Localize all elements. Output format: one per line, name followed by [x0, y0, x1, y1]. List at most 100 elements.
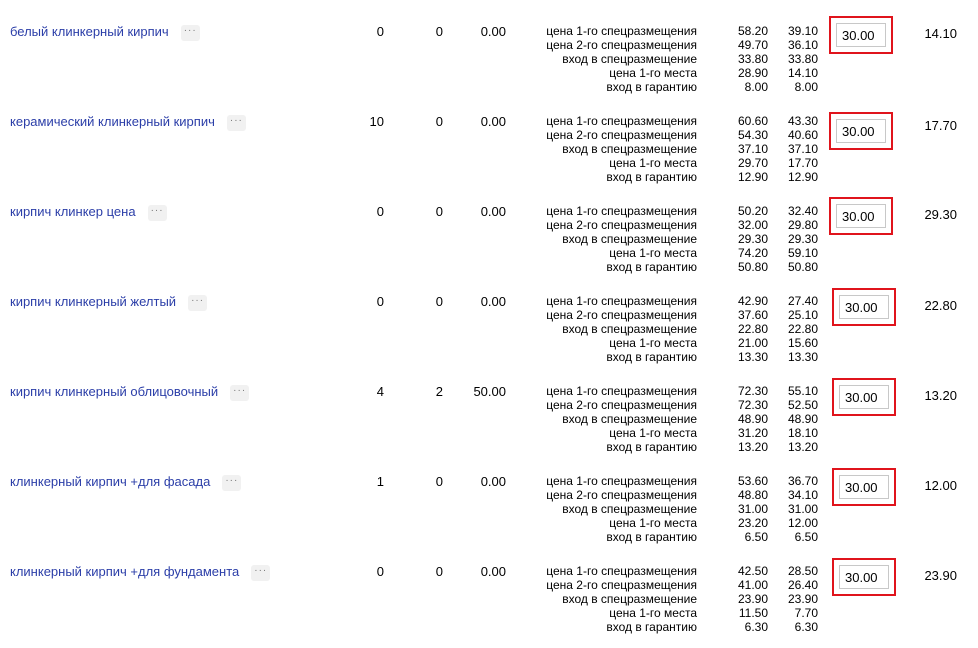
position-label: цена 1-го места	[609, 156, 697, 170]
price-value: 13.20	[737, 440, 768, 454]
more-actions-button[interactable]: ···	[147, 204, 167, 221]
keyword-link[interactable]: клинкерный кирпич +для фасада ···	[10, 474, 242, 491]
price-value: 37.60	[737, 308, 768, 322]
position-label: цена 1-го спецразмещения	[546, 114, 697, 128]
position-prices-a: 42.50 41.00 23.90 11.50 6.30	[718, 564, 768, 634]
bid-highlight	[829, 112, 893, 150]
right-value: 14.10	[924, 26, 957, 41]
price-value: 6.50	[744, 530, 768, 544]
position-label: цена 1-го места	[609, 336, 697, 350]
price-value: 25.10	[787, 308, 818, 322]
keyword-link[interactable]: керамический клинкерный кирпич ···	[10, 114, 246, 131]
bid-input[interactable]	[839, 475, 889, 499]
price-value: 52.50	[787, 398, 818, 412]
price-value: 6.50	[794, 530, 818, 544]
stat-col3: 50.00	[473, 384, 506, 399]
table-row: белый клинкерный кирпич ··· 0 0 0.00 цена…	[0, 16, 978, 108]
more-actions-button[interactable]: ···	[230, 384, 250, 401]
position-label: цена 2-го спецразмещения	[546, 308, 697, 322]
position-labels: цена 1-го спецразмещения цена 2-го спецр…	[520, 24, 697, 94]
more-actions-button[interactable]: ···	[222, 474, 242, 491]
position-prices-a: 42.90 37.60 22.80 21.00 13.30	[718, 294, 768, 364]
price-value: 26.40	[787, 578, 818, 592]
stat-col1: 0	[376, 24, 384, 39]
position-prices-b: 36.70 34.10 31.00 12.00 6.50	[768, 474, 818, 544]
price-value: 32.40	[787, 204, 818, 218]
keyword-text: кирпич клинкерный желтый	[10, 294, 177, 309]
position-prices-a: 58.20 49.70 33.80 28.90 8.00	[718, 24, 768, 94]
price-value: 49.70	[737, 38, 768, 52]
price-value: 37.10	[787, 142, 818, 156]
bid-input[interactable]	[839, 565, 889, 589]
position-labels: цена 1-го спецразмещения цена 2-го спецр…	[520, 474, 697, 544]
right-value: 17.70	[924, 118, 957, 133]
price-value: 6.30	[744, 620, 768, 634]
price-value: 58.20	[737, 24, 768, 38]
price-value: 72.30	[737, 398, 768, 412]
position-prices-a: 60.60 54.30 37.10 29.70 12.90	[718, 114, 768, 184]
price-value: 72.30	[737, 384, 768, 398]
bid-input[interactable]	[836, 23, 886, 47]
price-value: 32.00	[737, 218, 768, 232]
bid-highlight	[832, 288, 896, 326]
position-label: цена 2-го спецразмещения	[546, 218, 697, 232]
position-prices-b: 43.30 40.60 37.10 17.70 12.90	[768, 114, 818, 184]
position-label: вход в гарантию	[606, 620, 697, 634]
position-label: вход в гарантию	[606, 530, 697, 544]
right-value: 23.90	[924, 568, 957, 583]
more-actions-button[interactable]: ···	[188, 294, 208, 311]
stat-col2: 0	[435, 24, 443, 39]
keyword-text: керамический клинкерный кирпич	[10, 114, 215, 129]
stat-col1: 10	[369, 114, 384, 129]
price-value: 55.10	[787, 384, 818, 398]
bid-highlight	[832, 468, 896, 506]
stat-col3: 0.00	[480, 204, 506, 219]
position-labels: цена 1-го спецразмещения цена 2-го спецр…	[520, 384, 697, 454]
position-label: цена 1-го места	[609, 66, 697, 80]
table-row: кирпич клинкер цена ··· 0 0 0.00 цена 1-г…	[0, 197, 978, 288]
table-row: кирпич клинкерный желтый ··· 0 0 0.00 цен…	[0, 288, 978, 378]
position-label: цена 1-го спецразмещения	[546, 24, 697, 38]
price-value: 40.60	[787, 128, 818, 142]
position-label: вход в спецразмещение	[562, 592, 697, 606]
price-value: 8.00	[744, 80, 768, 94]
position-labels: цена 1-го спецразмещения цена 2-го спецр…	[520, 204, 697, 274]
price-value: 36.10	[787, 38, 818, 52]
more-actions-button[interactable]: ···	[251, 564, 271, 581]
position-label: цена 2-го спецразмещения	[546, 488, 697, 502]
price-value: 18.10	[787, 426, 818, 440]
price-value: 23.20	[737, 516, 768, 530]
bid-input[interactable]	[836, 204, 886, 228]
stat-col1: 1	[376, 474, 384, 489]
price-value: 33.80	[737, 52, 768, 66]
price-value: 29.70	[737, 156, 768, 170]
keyword-link[interactable]: кирпич клинкерный облицовочный ···	[10, 384, 250, 401]
price-value: 23.90	[737, 592, 768, 606]
position-label: цена 2-го спецразмещения	[546, 398, 697, 412]
bid-input[interactable]	[836, 119, 886, 143]
position-labels: цена 1-го спецразмещения цена 2-го спецр…	[520, 294, 697, 364]
bid-input[interactable]	[839, 295, 889, 319]
position-label: цена 1-го спецразмещения	[546, 474, 697, 488]
keyword-link[interactable]: белый клинкерный кирпич ···	[10, 24, 200, 41]
stat-col2: 2	[435, 384, 443, 399]
price-value: 34.10	[787, 488, 818, 502]
position-label: вход в гарантию	[606, 260, 697, 274]
stat-col3: 0.00	[480, 24, 506, 39]
keyword-link[interactable]: кирпич клинкер цена ···	[10, 204, 167, 221]
keyword-link[interactable]: клинкерный кирпич +для фундамента ···	[10, 564, 271, 581]
price-value: 39.10	[787, 24, 818, 38]
right-value: 12.00	[924, 478, 957, 493]
bid-highlight	[829, 16, 893, 54]
position-prices-b: 39.10 36.10 33.80 14.10 8.00	[768, 24, 818, 94]
keyword-link[interactable]: кирпич клинкерный желтый ···	[10, 294, 208, 311]
more-actions-button[interactable]: ···	[226, 114, 246, 131]
bid-input[interactable]	[839, 385, 889, 409]
stat-col3: 0.00	[480, 294, 506, 309]
price-value: 27.40	[787, 294, 818, 308]
price-value: 36.70	[787, 474, 818, 488]
more-actions-button[interactable]: ···	[180, 24, 200, 41]
keyword-text: клинкерный кирпич +для фасада	[10, 474, 211, 489]
price-value: 50.80	[787, 260, 818, 274]
stat-col2: 0	[435, 204, 443, 219]
